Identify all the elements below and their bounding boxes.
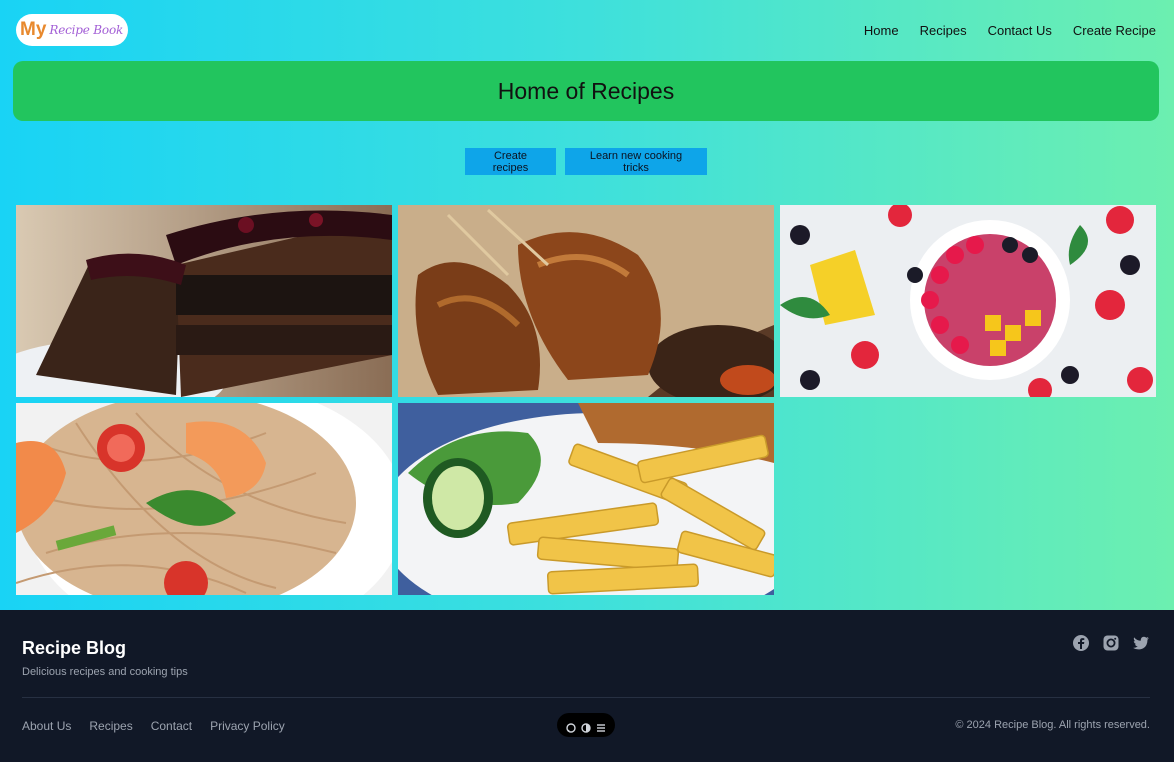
facebook-icon[interactable] xyxy=(1072,634,1090,652)
nav-home-link[interactable]: Home xyxy=(864,23,899,38)
menu-icon[interactable] xyxy=(596,720,606,732)
twitter-icon[interactable] xyxy=(1132,634,1150,652)
logo-prefix: My xyxy=(20,19,47,40)
footer-links: About Us Recipes Contact Privacy Policy xyxy=(22,719,285,733)
footer-link-contact[interactable]: Contact xyxy=(151,719,192,733)
footer-tagline: Delicious recipes and cooking tips xyxy=(22,666,188,678)
create-recipes-button[interactable]: Create recipes xyxy=(465,148,556,175)
logo-script: Recipe Book xyxy=(49,23,124,37)
main-nav: Home Recipes Contact Us Create Recipe xyxy=(864,23,1156,38)
chat-icon[interactable] xyxy=(566,720,576,733)
footer-divider xyxy=(22,697,1150,698)
recipe-card-chocolate-cake[interactable] xyxy=(16,205,392,397)
recipe-card-fries-salad[interactable] xyxy=(398,403,774,595)
top-navbar: My Recipe Book Home Recipes Contact Us C… xyxy=(0,0,1174,60)
nav-create-recipe-link[interactable]: Create Recipe xyxy=(1073,23,1156,38)
footer-link-about[interactable]: About Us xyxy=(22,719,71,733)
recipe-gallery xyxy=(16,205,1156,595)
floating-toolbar[interactable] xyxy=(557,713,615,737)
footer-brand: Recipe Blog xyxy=(22,638,127,658)
page-title: Home of Recipes xyxy=(497,77,675,104)
copyright-text: © 2024 Recipe Blog. All rights reserved. xyxy=(955,719,1150,731)
nav-contact-link[interactable]: Contact Us xyxy=(988,23,1052,38)
learn-cooking-tricks-button[interactable]: Learn new cooking tricks xyxy=(565,148,707,175)
fruit-bowl-image xyxy=(780,205,1156,397)
recipe-card-fruit-bowl[interactable] xyxy=(780,205,1156,397)
social-links xyxy=(1072,634,1150,652)
fries-salad-image xyxy=(398,403,774,595)
recipe-card-shrimp-pasta[interactable] xyxy=(16,403,392,595)
recipe-card-grilled-chicken[interactable] xyxy=(398,205,774,397)
site-logo[interactable]: My Recipe Book xyxy=(16,14,128,46)
toggle-icon[interactable] xyxy=(581,720,591,733)
footer-link-privacy[interactable]: Privacy Policy xyxy=(210,719,285,733)
footer-link-recipes[interactable]: Recipes xyxy=(89,719,132,733)
nav-recipes-link[interactable]: Recipes xyxy=(920,23,967,38)
hero-banner: Home of Recipes xyxy=(13,61,1159,121)
action-buttons: Create recipes Learn new cooking tricks xyxy=(465,148,707,175)
site-footer: Recipe Blog Delicious recipes and cookin… xyxy=(0,610,1174,762)
chocolate-cake-image xyxy=(16,205,392,397)
shrimp-pasta-image xyxy=(16,403,392,595)
instagram-icon[interactable] xyxy=(1102,634,1120,652)
grilled-chicken-image xyxy=(398,205,774,397)
